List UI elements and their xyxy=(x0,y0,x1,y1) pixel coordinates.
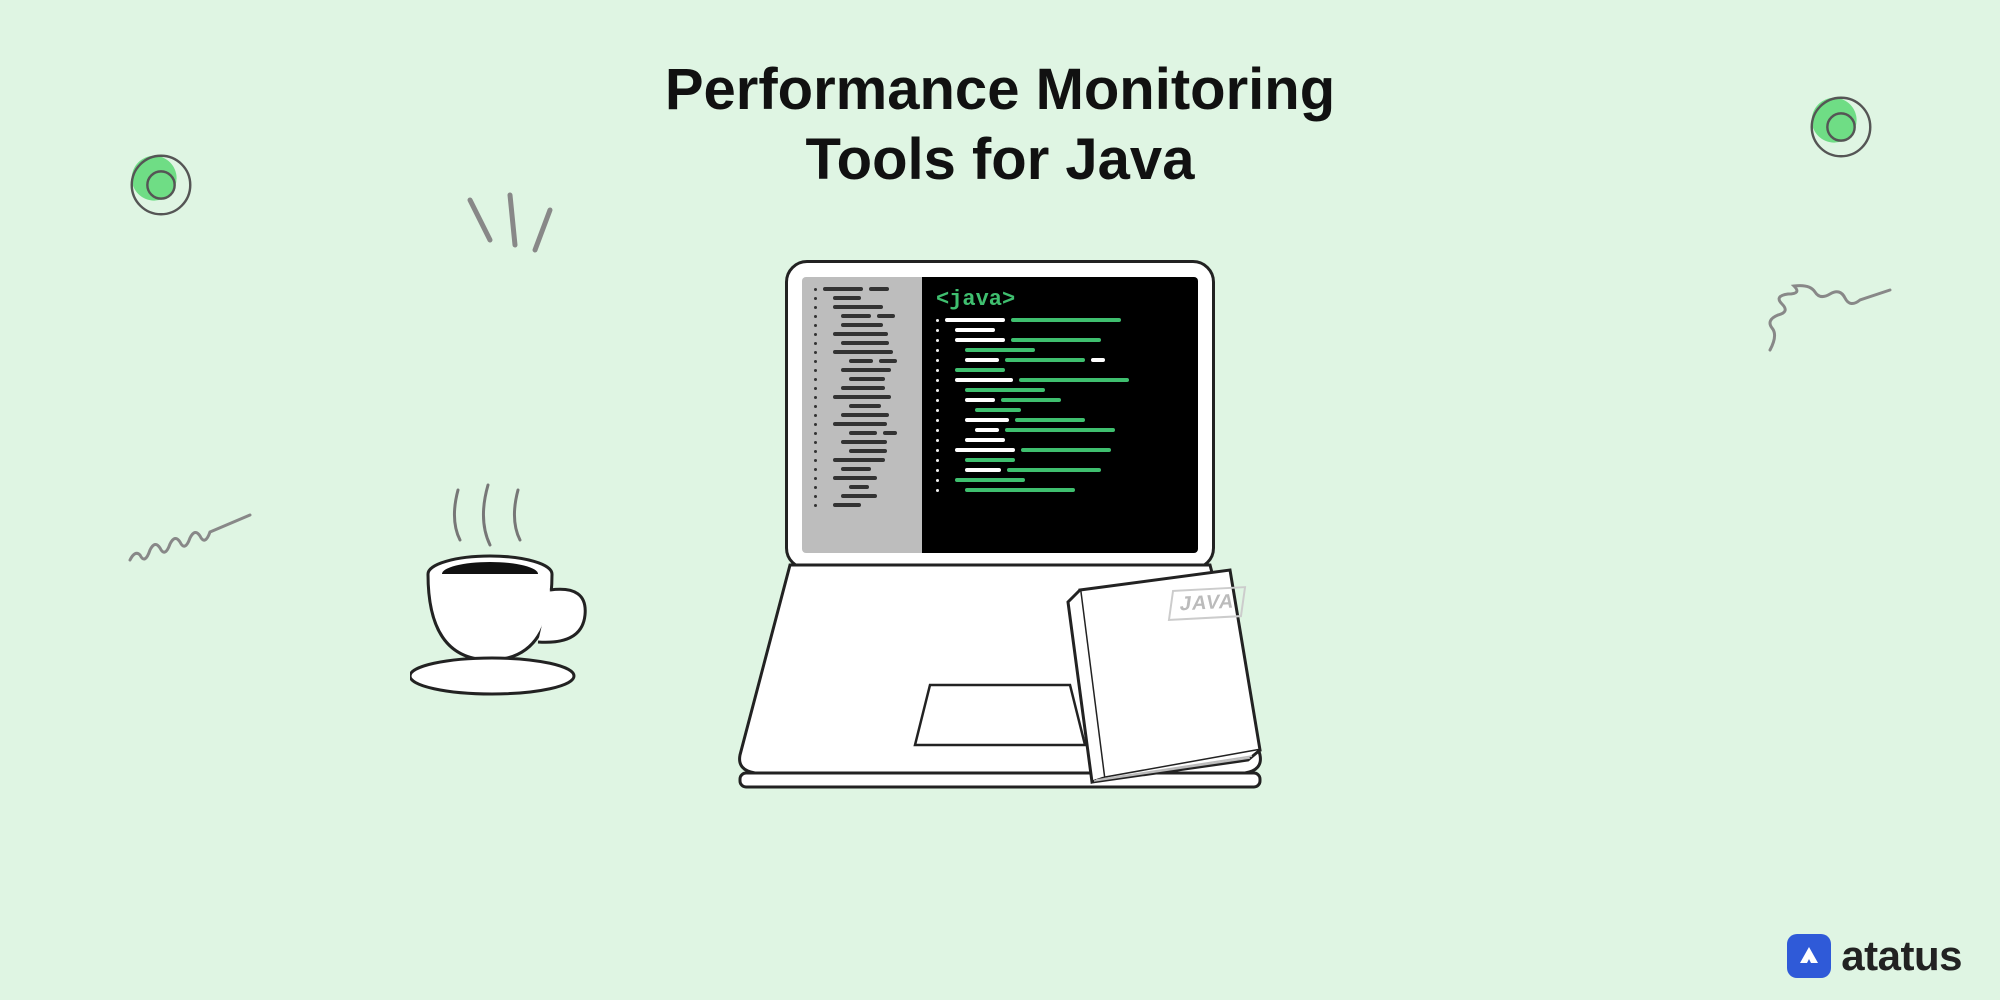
laptop-illustration: <java> xyxy=(785,260,1215,570)
code-language-tag: <java> xyxy=(936,287,1184,312)
brand-logo: atatus xyxy=(1787,932,1962,980)
squiggle-icon xyxy=(1760,280,1900,370)
squiggle-icon xyxy=(120,500,260,580)
brand-logo-mark xyxy=(1787,934,1831,978)
code-gutter xyxy=(802,277,922,553)
accent-lines-icon xyxy=(450,190,570,290)
brand-name: atatus xyxy=(1841,932,1962,980)
laptop-screen: <java> xyxy=(785,260,1215,570)
target-circle-icon xyxy=(122,146,200,224)
title-line-1: Performance Monitoring xyxy=(665,57,1335,122)
code-pane: <java> xyxy=(922,277,1198,553)
coffee-cup-icon xyxy=(410,480,600,720)
page-title: Performance Monitoring Tools for Java xyxy=(665,55,1335,194)
title-line-2: Tools for Java xyxy=(806,127,1195,192)
target-circle-icon xyxy=(1802,88,1880,166)
book-label: JAVA xyxy=(1168,586,1247,621)
